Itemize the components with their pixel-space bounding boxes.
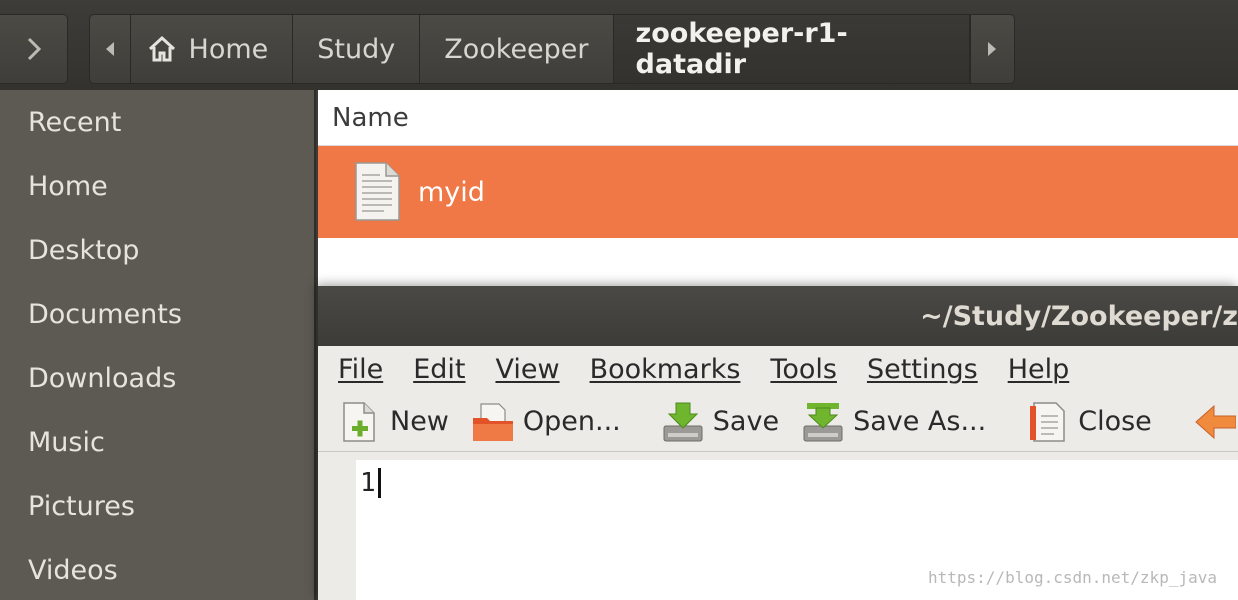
forward-button[interactable] [0,14,68,84]
back-arrow-button[interactable] [1192,400,1238,444]
save-button[interactable]: Save [661,400,779,444]
new-button-label: New [390,406,449,437]
crumb-label: Study [317,33,396,65]
crumb-zookeeper[interactable]: Zookeeper [420,15,614,83]
crumb-label: zookeeper-r1-datadir [635,18,848,80]
column-header-name[interactable]: Name [318,90,1238,146]
save-button-label: Save [712,406,780,437]
menu-view[interactable]: View [495,354,559,385]
document-content: 1 [360,468,376,498]
file-list: Name myid [318,90,1238,290]
menu-bookmarks[interactable]: Bookmarks [590,354,741,385]
new-document-icon [343,401,375,442]
close-button[interactable]: Close [1026,400,1152,444]
text-caret [378,468,381,498]
open-button-label: Open... [522,406,621,437]
sidebar-item-label: Documents [28,298,182,330]
column-header-label: Name [332,102,409,133]
save-as-icon [803,402,843,441]
crumb-home[interactable]: Home [131,15,294,83]
editor-titlebar[interactable]: ~/Study/Zookeeper/z [318,286,1238,346]
sidebar-item-label: Desktop [28,234,140,266]
sidebar-item-home[interactable]: Home [0,154,314,218]
line-gutter [318,460,356,600]
crumb-label: Home [188,33,269,65]
crumb-study[interactable]: Study [293,15,421,83]
arrow-left-icon [1195,404,1236,439]
sidebar-item-videos[interactable]: Videos [0,538,314,600]
crumb-current-folder[interactable]: zookeeper-r1-datadir [613,15,970,83]
window-title: ~/Study/Zookeeper/z [920,300,1238,332]
crumb-label: Zookeeper [444,33,589,65]
file-manager-toolbar: Home Study Zookeeper zookeeper-r1-datadi… [0,0,1238,90]
sidebar-item-label: Home [28,170,108,202]
menu-bar: File Edit View Bookmarks Tools Settings … [318,346,1238,392]
sidebar-item-label: Pictures [28,490,135,522]
menu-settings[interactable]: Settings [867,354,978,385]
sidebar-item-label: Recent [28,106,122,138]
save-icon [663,402,703,441]
new-button[interactable]: New [338,400,449,444]
menu-file[interactable]: File [338,354,383,385]
save-as-button[interactable]: Save As... [801,400,986,444]
chevron-right-icon [27,37,41,61]
open-button[interactable]: Open... [471,400,621,444]
path-scroll-left-button[interactable] [90,15,131,83]
text-file-icon [355,162,400,221]
editor-toolbar: New Open... Save Save As... Close [318,392,1238,452]
sidebar-item-recent[interactable]: Recent [0,90,314,154]
path-scroll-right-button[interactable] [969,15,1014,83]
file-name: myid [418,176,485,208]
save-as-button-label: Save As... [853,406,987,437]
sidebar-item-music[interactable]: Music [0,410,314,474]
sidebar-item-downloads[interactable]: Downloads [0,346,314,410]
close-button-label: Close [1078,406,1152,437]
sidebar-item-label: Downloads [28,362,177,394]
places-sidebar: Recent Home Desktop Documents Downloads … [0,90,316,600]
path-bar: Home Study Zookeeper zookeeper-r1-datadi… [89,14,1015,84]
sidebar-item-label: Music [28,426,105,458]
close-document-icon [1030,401,1065,442]
sidebar-item-desktop[interactable]: Desktop [0,218,314,282]
triangle-left-icon [105,42,114,56]
menu-edit[interactable]: Edit [413,354,465,385]
triangle-right-icon [988,42,997,56]
watermark: https://blog.csdn.net/zkp_java [928,568,1217,587]
menu-help[interactable]: Help [1008,354,1070,385]
file-row-selected[interactable]: myid [318,146,1238,238]
text-editor-window: ~/Study/Zookeeper/z File Edit View Bookm… [318,286,1238,600]
sidebar-item-label: Videos [28,554,118,586]
open-folder-icon [472,402,513,441]
sidebar-item-documents[interactable]: Documents [0,282,314,346]
sidebar-item-pictures[interactable]: Pictures [0,474,314,538]
menu-tools[interactable]: Tools [770,354,837,385]
home-icon [148,35,175,62]
